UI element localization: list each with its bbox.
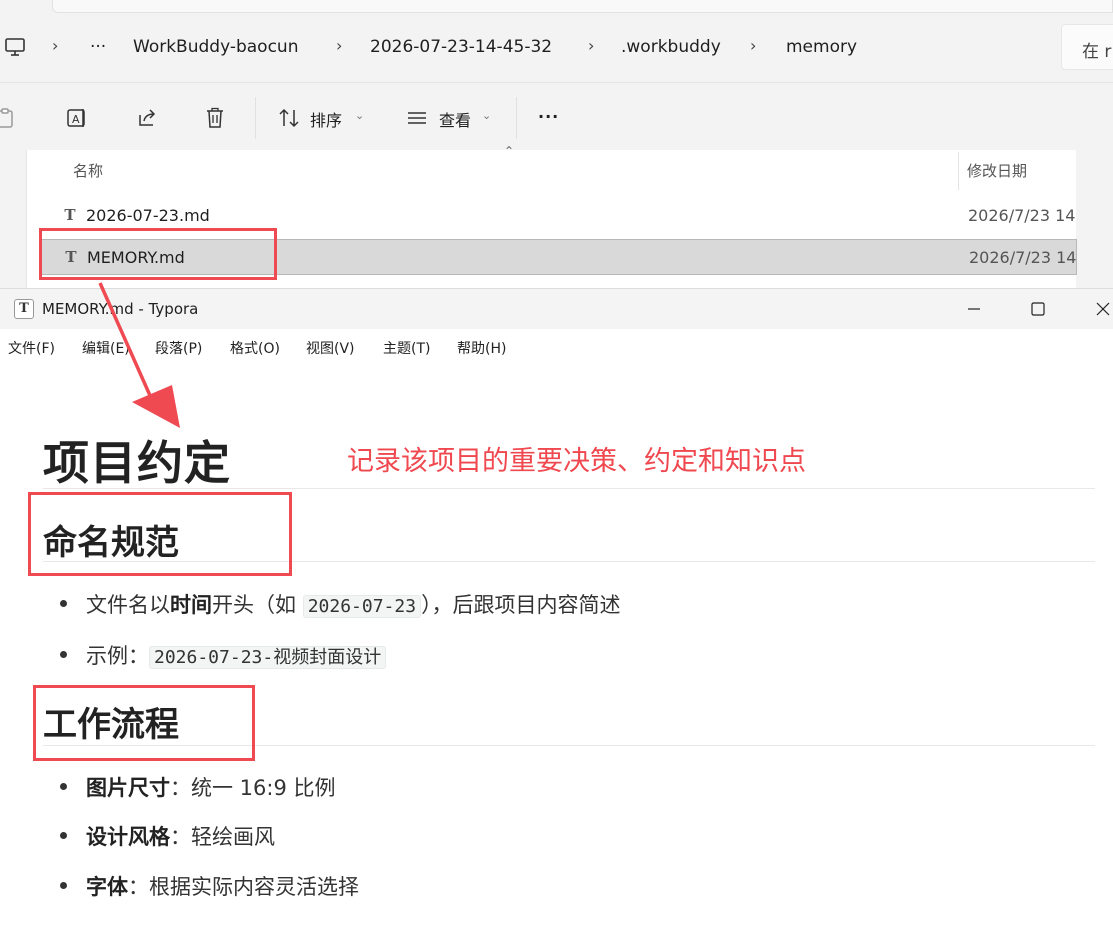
address-bar[interactable]: › ··· WorkBuddy-baocun › 2026-07-23-14-4… bbox=[0, 24, 1048, 70]
close-icon[interactable] bbox=[1083, 295, 1113, 323]
list-item: 设计风格：轻绘画风 bbox=[60, 821, 275, 851]
breadcrumb-chevron-icon[interactable]: › bbox=[750, 36, 756, 55]
explorer-toolbar: A 排序 ⌄ 查看 ⌄ ··· bbox=[0, 82, 1113, 152]
list-item: 图片尺寸：统一 16:9 比例 bbox=[60, 772, 336, 802]
svg-text:A: A bbox=[72, 113, 80, 126]
view-button[interactable]: 查看 bbox=[439, 107, 471, 131]
sort-indicator-icon: ⌃ bbox=[504, 144, 515, 158]
menu-edit[interactable]: 编辑(E) bbox=[82, 338, 130, 358]
breadcrumb-chevron-icon[interactable]: › bbox=[588, 36, 594, 55]
paste-icon[interactable] bbox=[0, 105, 18, 131]
menu-file[interactable]: 文件(F) bbox=[8, 338, 55, 358]
sort-icon[interactable] bbox=[276, 105, 302, 131]
view-icon[interactable] bbox=[404, 105, 430, 131]
delete-icon[interactable] bbox=[202, 105, 228, 131]
minimize-icon[interactable] bbox=[954, 295, 994, 323]
breadcrumb-chevron-icon[interactable]: › bbox=[52, 36, 58, 55]
file-modified-date: 2026/7/23 14 bbox=[968, 206, 1076, 225]
chevron-down-icon[interactable]: ⌄ bbox=[482, 109, 491, 122]
menu-help[interactable]: 帮助(H) bbox=[457, 338, 506, 358]
breadcrumb-item-workbuddy[interactable]: .workbuddy bbox=[621, 37, 721, 57]
maximize-icon[interactable] bbox=[1018, 295, 1058, 323]
highlight-box-naming bbox=[28, 492, 292, 576]
list-item: 字体：根据实际内容灵活选择 bbox=[60, 871, 359, 901]
menu-paragraph[interactable]: 段落(P) bbox=[155, 338, 202, 358]
explorer-top-strip bbox=[52, 0, 1113, 13]
editor-document[interactable]: 项目约定 记录该项目的重要决策、约定和知识点 命名规范 文件名以时间开头（如 2… bbox=[0, 363, 1113, 935]
typora-window: T MEMORY.md - Typora 文件(F) 编辑(E) 段落(P) 格… bbox=[0, 288, 1113, 935]
file-name: 2026-07-23.md bbox=[86, 206, 210, 225]
annotation-note: 记录该项目的重要决策、约定和知识点 bbox=[347, 446, 806, 477]
toolbar-divider bbox=[516, 97, 517, 139]
highlight-box-memory-file bbox=[39, 228, 277, 280]
menu-format[interactable]: 格式(O) bbox=[230, 338, 280, 358]
column-divider[interactable] bbox=[958, 152, 959, 190]
typora-app-icon: T bbox=[14, 299, 34, 319]
search-input[interactable]: 在 r bbox=[1061, 24, 1113, 70]
window-title: MEMORY.md - Typora bbox=[42, 300, 199, 318]
more-options-button[interactable]: ··· bbox=[538, 107, 559, 126]
highlight-box-workflow bbox=[33, 685, 255, 761]
menu-view[interactable]: 视图(V) bbox=[306, 338, 355, 358]
doc-heading-1: 项目约定 bbox=[43, 436, 231, 490]
list-item: 示例： 2026-07-23-视频封面设计 bbox=[59, 640, 387, 670]
list-item: 文件名以时间开头（如 2026-07-23 ），后跟项目内容简述 bbox=[60, 589, 621, 619]
breadcrumb-item-memory[interactable]: memory bbox=[786, 37, 857, 57]
file-modified-date: 2026/7/23 14 bbox=[969, 248, 1077, 267]
column-header-modified[interactable]: 修改日期 bbox=[967, 160, 1027, 181]
breadcrumb-more[interactable]: ··· bbox=[90, 37, 106, 57]
computer-icon[interactable] bbox=[4, 36, 26, 58]
toolbar-divider bbox=[255, 97, 256, 139]
inline-code: 2026-07-23 bbox=[302, 595, 422, 618]
chevron-down-icon[interactable]: ⌄ bbox=[355, 109, 364, 122]
menu-bar: 文件(F) 编辑(E) 段落(P) 格式(O) 视图(V) 主题(T) 帮助(H… bbox=[0, 329, 1113, 363]
heading-rule bbox=[43, 488, 1095, 489]
share-icon[interactable] bbox=[134, 105, 160, 131]
menu-theme[interactable]: 主题(T) bbox=[383, 338, 430, 358]
markdown-file-icon: T bbox=[64, 206, 76, 224]
inline-code: 2026-07-23-视频封面设计 bbox=[149, 646, 387, 669]
rename-icon[interactable]: A bbox=[64, 105, 90, 131]
breadcrumb-chevron-icon[interactable]: › bbox=[336, 36, 342, 55]
breadcrumb-item-date-folder[interactable]: 2026-07-23-14-45-32 bbox=[370, 37, 552, 57]
sort-button[interactable]: 排序 bbox=[310, 107, 342, 131]
column-header-name[interactable]: 名称 bbox=[73, 160, 103, 181]
title-bar[interactable]: T MEMORY.md - Typora bbox=[0, 289, 1113, 329]
breadcrumb-item-workbuddy-baocun[interactable]: WorkBuddy-baocun bbox=[133, 37, 298, 57]
